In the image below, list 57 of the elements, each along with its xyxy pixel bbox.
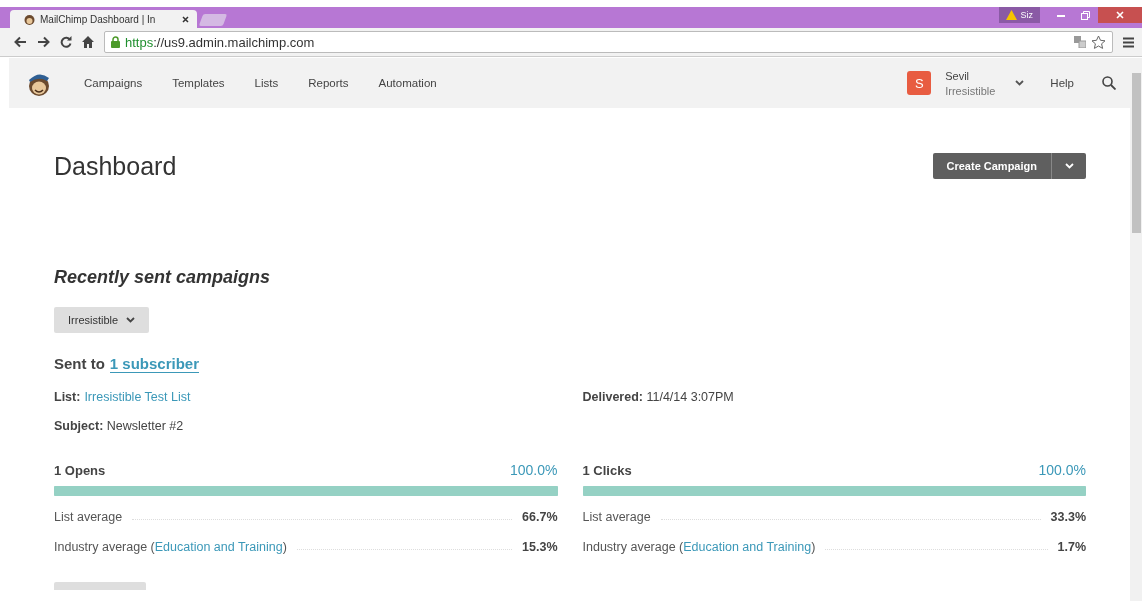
browser-tab[interactable]: MailChimp Dashboard | In [10,10,197,28]
sent-to-label: Sent to [54,355,105,373]
help-link[interactable]: Help [1050,77,1074,89]
stat-percent: 100.0% [1038,462,1086,478]
home-icon[interactable] [82,36,94,48]
forward-icon[interactable] [37,36,50,48]
closing-parenthesis: ) [811,540,816,554]
industry-average-label: Industry average ( [582,540,684,554]
list-filter-dropdown[interactable]: Irresistible [54,307,150,333]
restore-icon [1081,10,1090,20]
page-title: Dashboard [54,151,177,181]
user-name[interactable]: Sevil [945,69,996,82]
account-name[interactable]: Irresistible [945,84,996,97]
translate-icon[interactable] [1074,36,1086,48]
search-icon[interactable] [1102,76,1116,90]
close-icon[interactable] [182,15,189,23]
industry-average-value: 15.3% [522,540,558,554]
delivered-text: Delivered: 11/4/14 3:07PM [582,389,734,404]
list-label: List: [54,389,81,404]
minimize-icon [1056,13,1065,17]
close-window-button[interactable] [1098,7,1142,23]
nav-link[interactable]: Reports [308,77,349,89]
monkey-favicon-icon [24,13,35,25]
section-heading: Recently sent campaigns [54,267,272,288]
list-average-label: List average [582,510,651,524]
chevron-down-icon [1064,163,1074,169]
profile-name: Siz [1020,10,1033,20]
nav-link[interactable]: Templates [172,77,225,89]
nav-link[interactable]: Lists [254,77,279,89]
list-average-value: 66.7% [522,510,558,524]
back-icon[interactable] [14,36,27,48]
star-icon[interactable] [1091,35,1106,49]
profile-badge[interactable]: Siz [999,7,1040,23]
tab-title: MailChimp Dashboard | In [40,13,157,25]
lock-icon [111,36,120,48]
chevron-down-icon [126,317,136,323]
reload-icon[interactable] [60,36,72,48]
menu-icon[interactable] [1123,36,1134,48]
subject-text: Subject: Newsletter #2 [54,418,184,433]
nav-link[interactable]: Campaigns [84,77,143,89]
list-average-label: List average [54,510,123,524]
address-bar[interactable]: https://us9.admin.mailchimp.com [104,31,1113,53]
list-average-value: 33.3% [1050,510,1086,524]
scrollbar[interactable] [1130,58,1142,601]
industry-average-label: Industry average ( [54,540,155,554]
nav-link[interactable]: Automation [378,77,437,89]
industry-average-value: 1.7% [1057,540,1086,554]
stat-label: 1 Clicks [582,462,632,478]
closing-parenthesis: ) [282,540,287,554]
stat-percent: 100.0% [510,462,558,478]
stat-label: 1 Opens [54,462,106,478]
warning-icon [1006,10,1018,20]
create-campaign-button[interactable]: Create Campaign [932,153,1051,179]
url-text: https://us9.admin.mailchimp.com [125,34,316,50]
chevron-down-icon [1015,80,1025,86]
dropdown-button[interactable] [1051,153,1086,179]
close-icon [1116,11,1124,19]
